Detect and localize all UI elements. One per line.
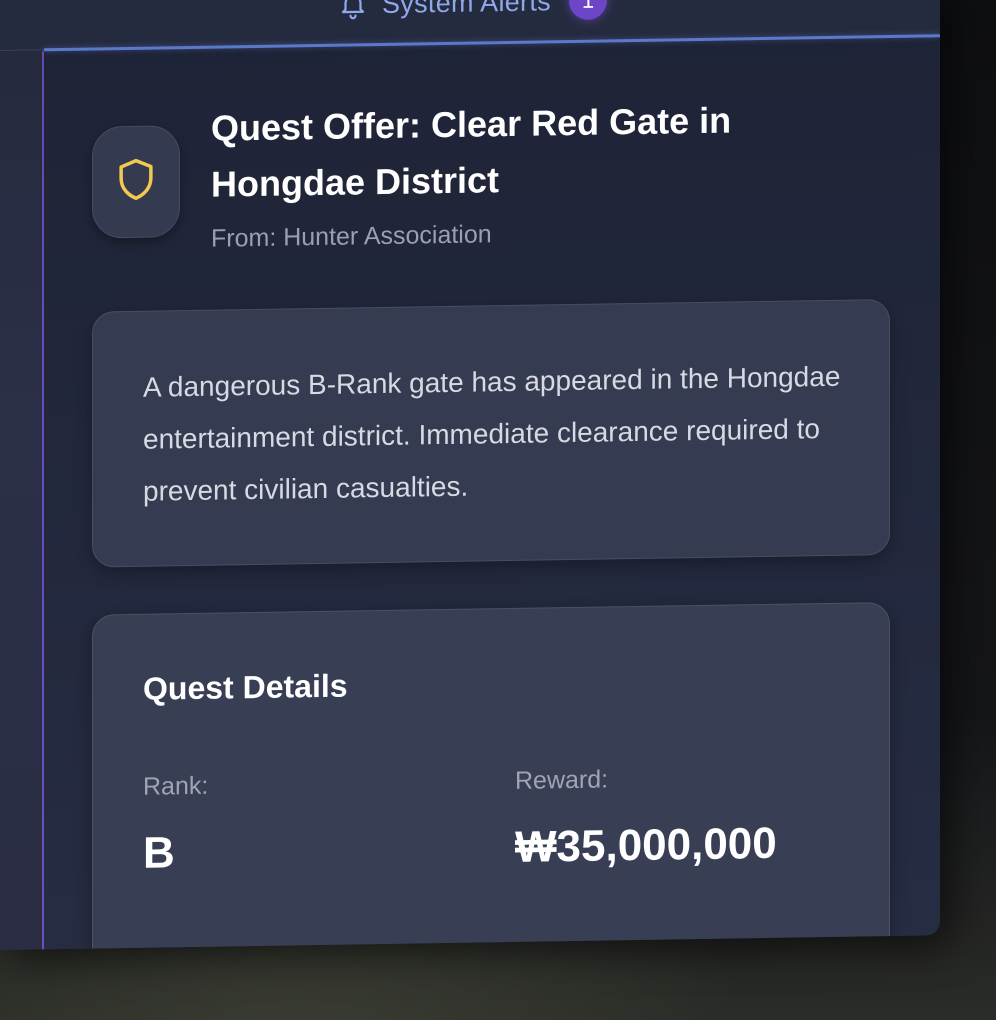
rank-value: B xyxy=(143,828,175,878)
quest-icon-tile xyxy=(92,125,180,239)
tab-system-alerts[interactable]: System Alerts 1 xyxy=(336,0,607,25)
quest-sender: From: Hunter Association xyxy=(211,220,492,253)
reward-value: ₩35,000,000 xyxy=(515,818,777,872)
alerts-count-badge: 1 xyxy=(568,0,607,21)
app-window-frame: System Alerts 1 Quest Offer: Clear Red G… xyxy=(0,0,940,951)
quest-offer-panel: Quest Offer: Clear Red Gate in Hongdae D… xyxy=(46,37,940,951)
shield-icon xyxy=(115,156,157,208)
reward-label: Reward: xyxy=(515,765,609,795)
quest-title: Quest Offer: Clear Red Gate in Hongdae D… xyxy=(211,99,732,205)
bell-icon xyxy=(336,0,370,22)
quest-details-card: Quest Details Rank: B Reward: ₩35,000,00… xyxy=(92,602,890,951)
quest-description: A dangerous B-Rank gate has appeared in … xyxy=(143,360,841,507)
quest-details-title: Quest Details xyxy=(143,667,348,707)
rank-label: Rank: xyxy=(143,771,209,801)
side-panel xyxy=(0,51,44,951)
quest-description-card: A dangerous B-Rank gate has appeared in … xyxy=(92,299,890,568)
app-window: System Alerts 1 Quest Offer: Clear Red G… xyxy=(0,0,940,951)
tab-label: System Alerts xyxy=(382,0,551,19)
